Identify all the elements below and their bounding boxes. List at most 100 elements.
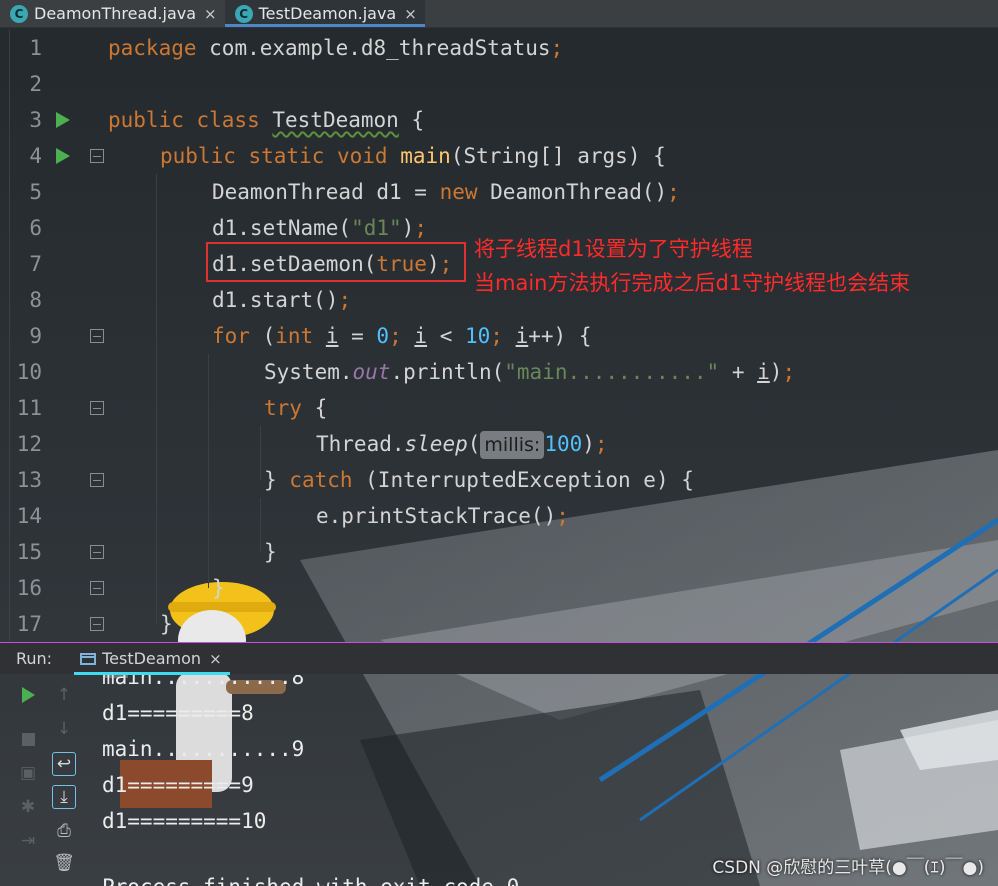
run-tab-label: TestDeamon [102, 649, 202, 668]
scroll-to-end-icon[interactable]: ⤓ [52, 785, 76, 809]
java-class-icon: C [10, 4, 28, 23]
string-literal: "d1" [351, 216, 402, 240]
scroll-down-icon[interactable]: ↓ [52, 717, 76, 741]
code-text: { [301, 396, 328, 420]
annotation-line-2: 当main方法执行完成之后d1守护线程也会结束 [474, 271, 911, 295]
line-number: 2 [29, 72, 42, 96]
run-main-icon[interactable] [56, 148, 70, 164]
code-line-12[interactable]: Thread.sleep(millis: 100); [316, 426, 608, 462]
line-number: 11 [16, 396, 42, 420]
close-icon[interactable]: × [404, 5, 417, 23]
code-line-3[interactable]: public class TestDeamon { [108, 102, 424, 138]
code-text: ) [769, 360, 783, 384]
console-output-line: main...........8 [102, 675, 305, 689]
rerun-button[interactable] [16, 683, 40, 707]
indent-guide [156, 174, 157, 624]
fold-icon[interactable] [90, 617, 104, 631]
run-panel-header: Run: TestDeamon × [0, 642, 998, 675]
play-icon [21, 687, 35, 703]
code-text: Thread. [316, 432, 405, 456]
code-text: DeamonThread d1 = [212, 180, 440, 204]
stop-button[interactable] [16, 727, 40, 751]
fold-icon[interactable] [90, 329, 104, 343]
editor-tab-bar: C DeamonThread.java × C TestDeamon.java … [0, 0, 998, 28]
code-text: } [264, 468, 290, 492]
fold-icon[interactable] [90, 473, 104, 487]
console-output-line: Process finished with exit code 0 [102, 869, 519, 886]
number-literal: 0 [376, 324, 390, 348]
tab-testdeamon-java[interactable]: C TestDeamon.java × [224, 0, 426, 27]
login-icon[interactable]: ⇥ [16, 829, 40, 853]
console-icon [80, 652, 97, 665]
loop-variable: i [325, 324, 339, 348]
string-literal: "main..........." [504, 360, 720, 384]
code-text: e.printStackTrace() [316, 504, 557, 528]
line-number: 6 [29, 216, 42, 240]
code-line-9[interactable]: for (int i = 0; i < 10; i++) { [212, 318, 591, 354]
code-line-16[interactable]: } [212, 570, 225, 606]
camera-icon[interactable]: ▣ [16, 761, 40, 785]
code-line-17[interactable]: } [160, 606, 173, 641]
close-icon[interactable]: × [209, 650, 222, 668]
trash-icon[interactable]: 🗑 [52, 851, 76, 875]
code-line-4[interactable]: public static void main(String[] args) { [160, 138, 666, 174]
fold-icon[interactable] [90, 401, 104, 415]
code-text: d1.start() [212, 288, 339, 312]
run-tab-testdeamon[interactable]: TestDeamon × [74, 643, 230, 675]
debug-icon[interactable]: ✱ [16, 795, 40, 819]
watermark: CSDN @欣慰的三叶草(●￣(ｴ)￣●) [712, 858, 984, 878]
keyword: package [108, 36, 197, 60]
code-text: .println( [390, 360, 505, 384]
semicolon: ; [490, 324, 503, 348]
semicolon: ; [556, 504, 569, 528]
tab-deamonthread-java[interactable]: C DeamonThread.java × [0, 0, 225, 27]
semicolon: ; [338, 288, 352, 312]
java-class-icon: C [234, 4, 253, 23]
gutter-separator [9, 30, 10, 641]
close-icon[interactable]: × [204, 5, 217, 23]
code-text: System. [264, 360, 353, 384]
code-editor[interactable]: 1 2 3 4 5 6 7 8 9 10 11 12 13 14 15 16 1… [0, 30, 998, 641]
line-number: 15 [16, 540, 42, 564]
line-number: 8 [29, 288, 42, 312]
tab-label: DeamonThread.java [34, 4, 197, 23]
tab-label: TestDeamon.java [258, 4, 397, 23]
line-number: 17 [16, 612, 42, 636]
semicolon: ; [594, 432, 608, 456]
fold-icon[interactable] [90, 581, 104, 595]
code-line-15[interactable]: } [264, 534, 277, 570]
print-icon[interactable]: ⎙ [52, 819, 76, 843]
code-line-5[interactable]: DeamonThread d1 = new DeamonThread(); [212, 174, 680, 210]
code-line-6[interactable]: d1.setName("d1"); [212, 210, 427, 246]
fold-icon[interactable] [90, 545, 104, 559]
package-name: com.example.d8_threadStatus [196, 36, 551, 60]
code-line-8[interactable]: d1.start(); [212, 282, 351, 318]
keyword: public class [108, 108, 260, 132]
code-line-11[interactable]: try { [264, 390, 327, 426]
run-class-icon[interactable] [56, 112, 70, 128]
code-text: ( [249, 324, 276, 348]
code-text: < [427, 324, 465, 348]
soft-wrap-icon[interactable]: ↩ [52, 752, 76, 776]
line-number: 10 [16, 360, 42, 384]
code-line-14[interactable]: e.printStackTrace(); [316, 498, 569, 534]
fold-icon[interactable] [90, 149, 104, 163]
number-literal: 100 [544, 432, 583, 456]
indent-guide [208, 354, 209, 588]
code-text: ( [467, 432, 481, 456]
line-number: 13 [16, 468, 42, 492]
code-text: ++) { [528, 324, 592, 348]
run-console[interactable]: ▣ ✱ ⇥ ↑ ↓ ↩ ⤓ ⎙ 🗑 main...........8 d1===… [0, 675, 998, 886]
semicolon: ; [782, 360, 796, 384]
code-line-13[interactable]: } catch (InterruptedException e) { [264, 462, 694, 498]
console-output-line: d1=========9 [102, 773, 254, 797]
console-output-line: d1=========10 [102, 809, 267, 833]
code-line-10[interactable]: System.out.println("main..........." + i… [264, 354, 795, 390]
run-label: Run: [16, 649, 53, 668]
editor-gutter: 1 2 3 4 5 6 7 8 9 10 11 12 13 14 15 16 1… [0, 30, 108, 641]
run-toolbar-left: ▣ ✱ ⇥ [8, 675, 48, 886]
code-line-1[interactable]: package com.example.d8_threadStatus; [108, 30, 563, 66]
static-field: out [352, 360, 391, 384]
class-name: TestDeamon [272, 108, 399, 132]
scroll-up-icon[interactable]: ↑ [52, 683, 76, 707]
